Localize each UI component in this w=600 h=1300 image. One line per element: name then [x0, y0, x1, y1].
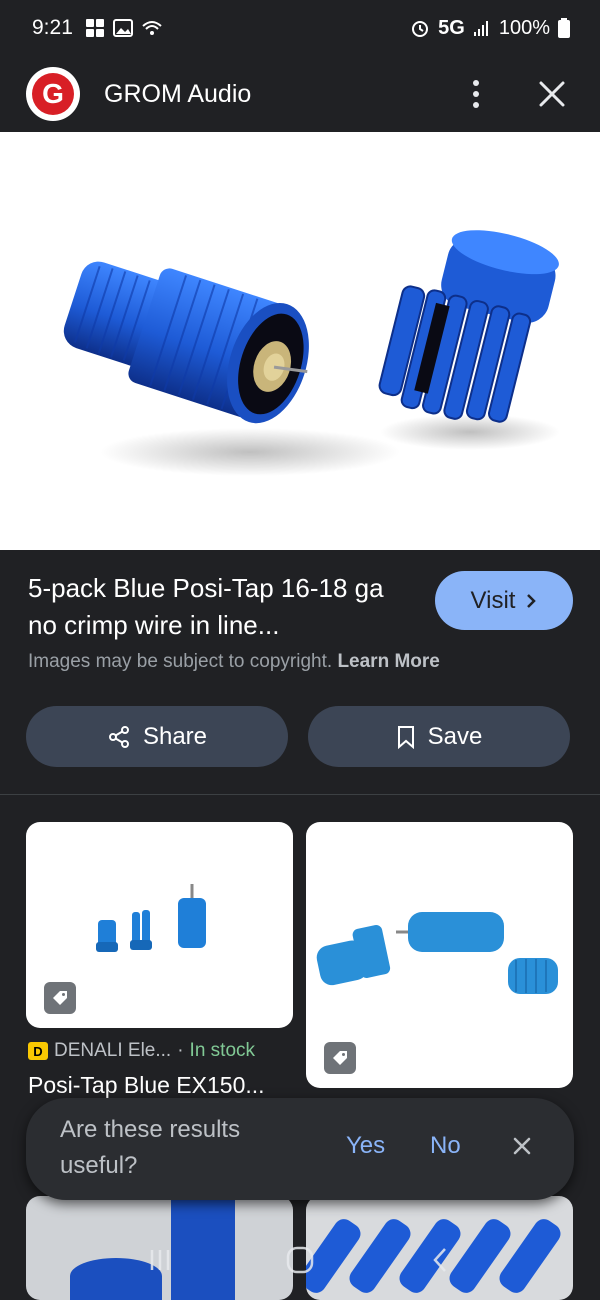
- result-title[interactable]: 5-pack Blue Posi-Tap 16-18 ga no crimp w…: [28, 570, 408, 644]
- copyright-text: Images may be subject to copyright.: [28, 651, 333, 672]
- shopping-tag-icon: [44, 982, 76, 1014]
- source-name: DENALI Ele...: [54, 1040, 172, 1061]
- related-image-1[interactable]: [26, 822, 293, 1028]
- home-button[interactable]: [280, 1240, 320, 1280]
- status-time: 9:21: [32, 16, 73, 39]
- visit-button[interactable]: Visit: [435, 571, 573, 630]
- status-bar: 9:21 5G 100%: [0, 0, 600, 56]
- share-icon: [108, 725, 129, 748]
- source-separator: ·: [177, 1040, 184, 1061]
- network-label: 5G: [438, 16, 465, 39]
- chevron-right-icon: [527, 593, 537, 608]
- feedback-no-button[interactable]: No: [430, 1132, 461, 1160]
- save-button[interactable]: Save: [308, 706, 570, 767]
- store-logo-icon: D: [28, 1042, 48, 1060]
- home-icon: [286, 1246, 314, 1274]
- alarm-icon: [410, 18, 430, 38]
- product-image[interactable]: [0, 132, 600, 550]
- more-vert-icon: [473, 80, 479, 108]
- battery-icon: [558, 18, 570, 38]
- feedback-close-button[interactable]: [510, 1134, 534, 1158]
- share-button[interactable]: Share: [26, 706, 288, 767]
- site-logo[interactable]: G: [26, 67, 80, 121]
- feedback-question: Are these results useful?: [60, 1116, 241, 1179]
- back-button[interactable]: [420, 1240, 460, 1280]
- logo-letter: G: [32, 73, 74, 115]
- related-image-2[interactable]: [306, 822, 573, 1088]
- close-icon: [539, 81, 565, 107]
- battery-label: 100%: [498, 16, 550, 39]
- feedback-snackbar: Are these results useful? Yes No: [26, 1098, 574, 1200]
- more-options-button[interactable]: [454, 72, 498, 116]
- save-label: Save: [427, 722, 483, 750]
- shopping-tag-icon: [324, 1042, 356, 1074]
- grid-icon: [85, 18, 105, 38]
- learn-more-link[interactable]: Learn More: [337, 651, 439, 672]
- copyright-notice: Images may be subject to copyright. Lear…: [28, 651, 588, 673]
- card-title[interactable]: Posi-Tap Blue EX150...: [28, 1072, 265, 1099]
- card-source: D DENALI Ele... · In stock: [28, 1040, 255, 1062]
- recents-icon: [150, 1250, 170, 1270]
- visit-label: Visit: [470, 586, 516, 614]
- signal-icon: [473, 19, 491, 37]
- site-title[interactable]: GROM Audio: [104, 80, 422, 109]
- feedback-yes-button[interactable]: Yes: [346, 1132, 385, 1160]
- share-label: Share: [142, 722, 208, 750]
- wifi-call-icon: [141, 18, 163, 38]
- section-divider: [0, 794, 600, 795]
- back-icon: [433, 1248, 446, 1272]
- recent-apps-button[interactable]: [140, 1240, 180, 1280]
- stock-status: In stock: [189, 1040, 256, 1061]
- close-icon: [513, 1137, 531, 1155]
- bookmark-icon: [397, 725, 414, 749]
- system-nav-bar: [0, 1220, 600, 1300]
- image-icon: [112, 18, 133, 38]
- app-header: G GROM Audio: [0, 56, 600, 132]
- close-button[interactable]: [530, 72, 574, 116]
